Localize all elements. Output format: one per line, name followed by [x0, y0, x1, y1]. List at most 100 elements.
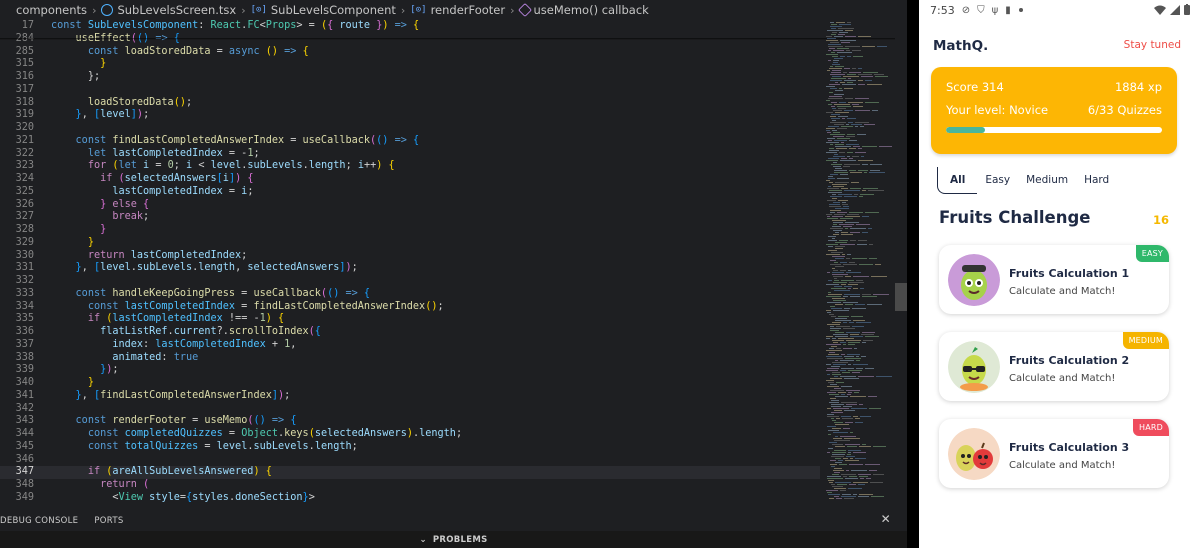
tab-debug-console[interactable]: DEBUG CONSOLE	[0, 516, 78, 526]
pear-character-icon	[948, 254, 1000, 306]
code-text: const completedQuizzes = Object.keys(sel…	[87, 428, 463, 439]
stay-tuned-link[interactable]: Stay tuned	[1124, 39, 1181, 51]
line-number: 334	[15, 300, 34, 312]
app-screen: MathQ. Stay tuned Score 314 1884 xp Your…	[919, 20, 1191, 528]
editor-scrollbar[interactable]	[895, 20, 907, 506]
code-line[interactable]: 320	[0, 122, 820, 135]
code-text: }	[87, 377, 94, 388]
code-line[interactable]: 330 return lastCompletedIndex;	[0, 250, 820, 263]
code-line[interactable]: 319 }, [level]);	[0, 109, 820, 122]
breadcrumb-item-file[interactable]: SubLevelsScreen.tsx	[101, 3, 236, 17]
symbol-method-icon	[517, 2, 532, 18]
code-text: const handleKeepGoingPress = useCallback…	[75, 287, 371, 299]
code-line[interactable]: 345 const totalQuizzes = level.subLevels…	[0, 441, 820, 454]
code-line[interactable]: 348 return (	[0, 479, 820, 492]
code-line[interactable]: 321 const findLastCompletedAnswerIndex =…	[0, 135, 820, 148]
problems-panel-header[interactable]: ⌄ PROBLEMS	[0, 531, 907, 548]
code-text: if (selectedAnswers[i]) {	[100, 173, 254, 184]
code-line[interactable]: 328 }	[0, 224, 820, 237]
code-line[interactable]: 343 const renderFooter = useMemo(() => {	[0, 415, 820, 428]
code-line[interactable]: 323 for (let i = 0; i < level.subLevels.…	[0, 160, 820, 173]
code-line[interactable]: 324 if (selectedAnswers[i]) {	[0, 173, 820, 186]
line-number: 17	[21, 20, 34, 31]
problems-label: PROBLEMS	[432, 534, 488, 545]
tab-easy[interactable]: Easy	[977, 167, 1018, 193]
line-number: 349	[15, 491, 34, 503]
code-line[interactable]: 334 const lastCompletedIndex = findLastC…	[0, 301, 820, 314]
code-text: if (areAllSubLevelsAnswered) {	[87, 466, 272, 478]
code-line[interactable]: 315 }	[0, 58, 820, 71]
line-number: 319	[15, 109, 34, 121]
code-line[interactable]: 341 }, [findLastCompletedAnswerIndex]);	[0, 390, 820, 403]
breadcrumb-item-folder[interactable]: components	[16, 3, 87, 17]
window-divider	[907, 0, 919, 548]
line-number: 323	[15, 160, 34, 172]
tab-all[interactable]: All	[937, 166, 978, 194]
panel-tab-bar: DEBUG CONSOLE PORTS ✕	[0, 512, 907, 530]
line-number: 345	[15, 440, 34, 452]
code-line[interactable]: 346	[0, 454, 820, 467]
quiz-card-2[interactable]: MEDIUM Fruits Calculation 2 Calculate an…	[939, 332, 1169, 401]
line-number: 344	[15, 428, 34, 439]
code-line[interactable]: 347 if (areAllSubLevelsAnswered) {	[0, 466, 820, 479]
code-line[interactable]: 342	[0, 403, 820, 416]
line-number: 330	[15, 249, 34, 261]
code-text: for (let i = 0; i < level.subLevels.leng…	[87, 160, 395, 172]
code-line[interactable]: 325 lastCompletedIndex = i;	[0, 186, 820, 199]
close-icon[interactable]: ✕	[881, 512, 891, 526]
code-line[interactable]: 327 break;	[0, 211, 820, 224]
code-text: break;	[112, 211, 150, 223]
breadcrumb-item-callback[interactable]: useMemo() callback	[517, 2, 649, 18]
code-line[interactable]: 339 });	[0, 364, 820, 377]
code-line[interactable]: 336 flatListRef.current?.scrollToIndex({	[0, 326, 820, 339]
code-text: let lastCompletedIndex = -1;	[87, 147, 260, 159]
line-number: 316	[15, 71, 34, 82]
line-number: 328	[15, 224, 34, 235]
quiz-card-3[interactable]: HARD Fruits Calculation 3 Calculate and …	[939, 419, 1169, 488]
section-title: Fruits Challenge	[939, 208, 1091, 227]
code-line[interactable]: 335 if (lastCompletedIndex !== -1) {	[0, 313, 820, 326]
quiz-title: Fruits Calculation 1	[1009, 267, 1130, 280]
breadcrumb-item-component[interactable]: [⊙] SubLevelsComponent	[251, 3, 396, 17]
line-number: 338	[15, 351, 34, 363]
code-line[interactable]: 337 index: lastCompletedIndex + 1,	[0, 339, 820, 352]
code-line[interactable]: 317	[0, 84, 820, 97]
editor-scrollbar-thumb[interactable]	[895, 283, 907, 311]
quiz-title: Fruits Calculation 2	[1009, 354, 1130, 367]
tab-medium[interactable]: Medium	[1018, 167, 1076, 193]
code-line[interactable]: 318 loadStoredData();	[0, 97, 820, 110]
sticky-code-line[interactable]: 17 const SubLevelsComponent: React.FC<Pro…	[0, 20, 820, 33]
chevron-down-icon: ⌄	[419, 534, 427, 545]
code-area[interactable]: 17 const SubLevelsComponent: React.FC<Pro…	[0, 20, 820, 506]
code-editor[interactable]: components › SubLevelsScreen.tsx › [⊙] Su…	[0, 0, 907, 548]
code-text: if (lastCompletedIndex !== -1) {	[87, 313, 285, 325]
code-line[interactable]: 326 } else {	[0, 199, 820, 212]
code-line[interactable]: 331 }, [level.subLevels.length, selected…	[0, 262, 820, 275]
code-text: <View style={styles.doneSection}>	[112, 491, 315, 503]
line-number: 335	[15, 313, 34, 325]
breadcrumb-item-function[interactable]: [⊙] renderFooter	[410, 3, 505, 17]
minimap[interactable]	[820, 20, 895, 506]
code-line[interactable]: 349 <View style={styles.doneSection}>	[0, 492, 820, 505]
tab-hard[interactable]: Hard	[1076, 167, 1117, 193]
code-line[interactable]: 333 const handleKeepGoingPress = useCall…	[0, 288, 820, 301]
tab-ports[interactable]: PORTS	[94, 516, 123, 526]
sticky-code-line[interactable]: 285 const loadStoredData = async () => {	[0, 45, 820, 59]
code-text: const renderFooter = useMemo(() => {	[75, 415, 297, 427]
difficulty-badge: EASY	[1135, 245, 1169, 262]
line-number: 331	[15, 262, 34, 274]
quiz-card-1[interactable]: EASY Fruits Calculation 1 Calculate and …	[939, 245, 1169, 314]
pear-apple-icon	[948, 428, 1000, 480]
section-count: 16	[1152, 213, 1169, 227]
code-line[interactable]: 322 let lastCompletedIndex = -1;	[0, 148, 820, 161]
code-line[interactable]: 340 }	[0, 377, 820, 390]
code-line[interactable]: 344 const completedQuizzes = Object.keys…	[0, 428, 820, 441]
code-line[interactable]: 329 }	[0, 237, 820, 250]
code-line[interactable]: 332	[0, 275, 820, 288]
usb-icon: ψ	[991, 4, 999, 16]
code-line[interactable]: 316 };	[0, 71, 820, 84]
chevron-right-icon: ›	[241, 3, 246, 17]
chevron-right-icon: ›	[92, 3, 97, 17]
code-line[interactable]: 338 animated: true	[0, 352, 820, 365]
breadcrumb-folder-label: components	[16, 3, 88, 17]
